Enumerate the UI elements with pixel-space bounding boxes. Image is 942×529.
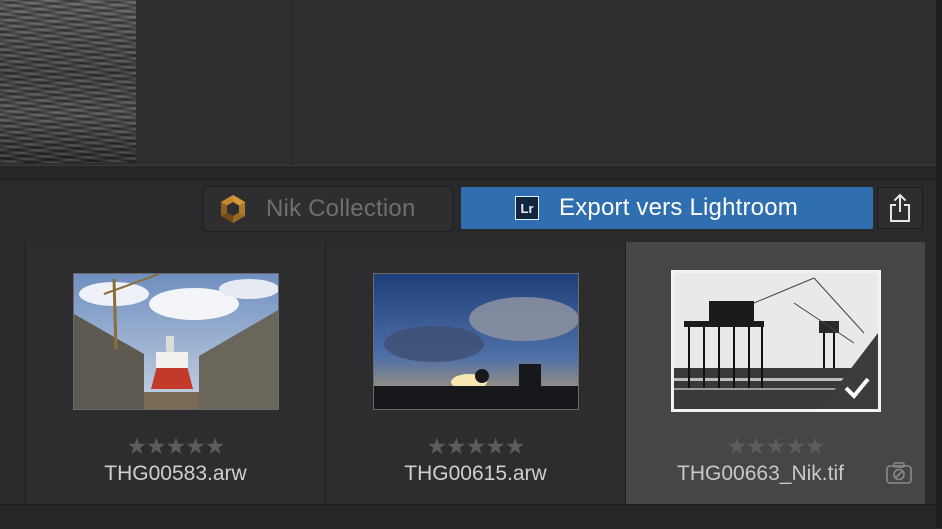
rating-stars[interactable]: ★★★★★ <box>626 433 925 460</box>
no-camera-icon <box>886 462 912 484</box>
filename-label: THG00663_Nik.tif <box>677 462 844 485</box>
export-lightroom-label: Export vers Lightroom <box>559 194 798 221</box>
filmstrip-item[interactable]: ★★★★★ THG00615.arw <box>325 242 625 504</box>
window-edge <box>936 0 942 528</box>
share-button[interactable] <box>877 187 923 229</box>
rating-stars[interactable]: ★★★★★ <box>326 433 625 460</box>
rating-stars[interactable]: ★★★★★ <box>26 433 325 460</box>
nik-hexagon-icon <box>221 195 245 223</box>
lightroom-icon: Lr <box>515 196 539 220</box>
filmstrip-left-edge <box>0 242 25 504</box>
filename-label: THG00615.arw <box>404 462 547 485</box>
filename-label: THG00583.arw <box>104 462 247 485</box>
thumbnail-image[interactable] <box>73 273 279 410</box>
bottom-bar <box>0 504 936 529</box>
preview-image <box>0 0 136 163</box>
panel-separator[interactable] <box>0 165 936 180</box>
export-lightroom-button[interactable]: Lr Export vers Lightroom <box>461 187 873 229</box>
filmstrip-item[interactable]: ★★★★★ THG00663_Nik.tif <box>625 242 925 504</box>
nik-collection-label: Nik Collection <box>266 195 416 222</box>
filmstrip-item[interactable]: ★★★★★ THG00583.arw <box>25 242 325 504</box>
thumbnail-image[interactable] <box>373 273 579 410</box>
preview-divider <box>292 0 293 165</box>
share-icon <box>890 193 910 222</box>
nik-collection-button[interactable]: Nik Collection <box>203 186 453 232</box>
preview-area <box>0 0 942 167</box>
thumbnail-image[interactable] <box>671 270 881 412</box>
